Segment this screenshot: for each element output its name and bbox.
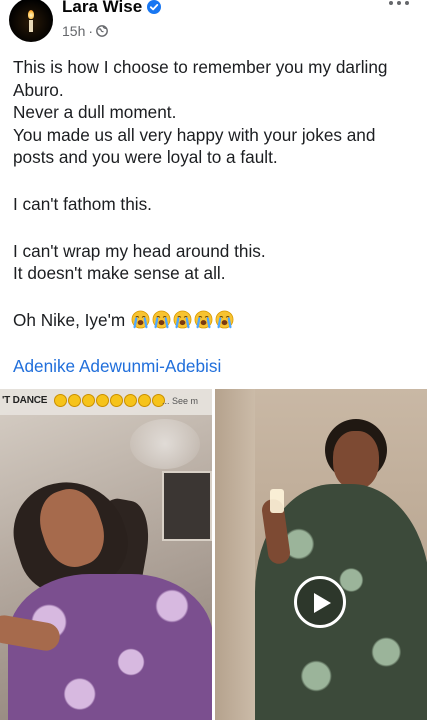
video-thumbnail-right[interactable] <box>215 389 427 720</box>
tagged-user-link[interactable]: Adenike Adewunmi-Adebisi <box>13 356 221 377</box>
loudly-crying-face-icon <box>215 310 234 329</box>
post-line: This is how I choose to remember you my … <box>13 57 388 100</box>
grinning-face-icons <box>54 394 165 407</box>
globe-icon <box>96 25 108 37</box>
post-timestamp[interactable]: 15h <box>62 23 85 39</box>
post-line: I can't wrap my head around this. <box>13 240 266 261</box>
more-options-icon[interactable] <box>389 0 413 12</box>
author-avatar[interactable] <box>9 0 53 42</box>
verified-badge-icon <box>147 0 162 14</box>
post-line: It doesn't make sense at all. <box>13 263 226 284</box>
media-grid: 'T DANCE ... See m <box>0 389 427 720</box>
loudly-crying-face-icon <box>194 310 213 329</box>
post-body: This is how I choose to remember you my … <box>13 56 417 331</box>
emoji-row <box>131 310 234 329</box>
loudly-crying-face-icon <box>152 310 171 329</box>
post-line-with-emojis: Oh Nike, Iye'm <box>13 309 417 332</box>
post-line: You made us all very happy with your jok… <box>13 124 376 168</box>
post-meta: 15h · <box>62 22 108 40</box>
video-thumbnail-left[interactable]: 'T DANCE ... See m <box>0 389 212 720</box>
author-name[interactable]: Lara Wise <box>62 0 142 17</box>
post-line: Oh Nike, Iye'm <box>13 309 126 330</box>
loudly-crying-face-icon <box>173 310 192 329</box>
meta-separator: · <box>88 23 94 39</box>
video-caption-banner: 'T DANCE ... See m <box>0 389 212 415</box>
banner-text: 'T DANCE <box>2 395 48 406</box>
post-line: I can't fathom this. <box>13 193 152 214</box>
loudly-crying-face-icon <box>131 310 150 329</box>
play-icon[interactable] <box>294 576 346 628</box>
author-row: Lara Wise <box>62 0 162 18</box>
candle-icon <box>28 10 34 32</box>
banner-see-more[interactable]: ... See m <box>162 396 198 406</box>
post-header: Lara Wise 15h · <box>0 0 427 48</box>
post-line: Never a dull moment. <box>13 102 177 123</box>
wall-frame <box>162 471 212 541</box>
